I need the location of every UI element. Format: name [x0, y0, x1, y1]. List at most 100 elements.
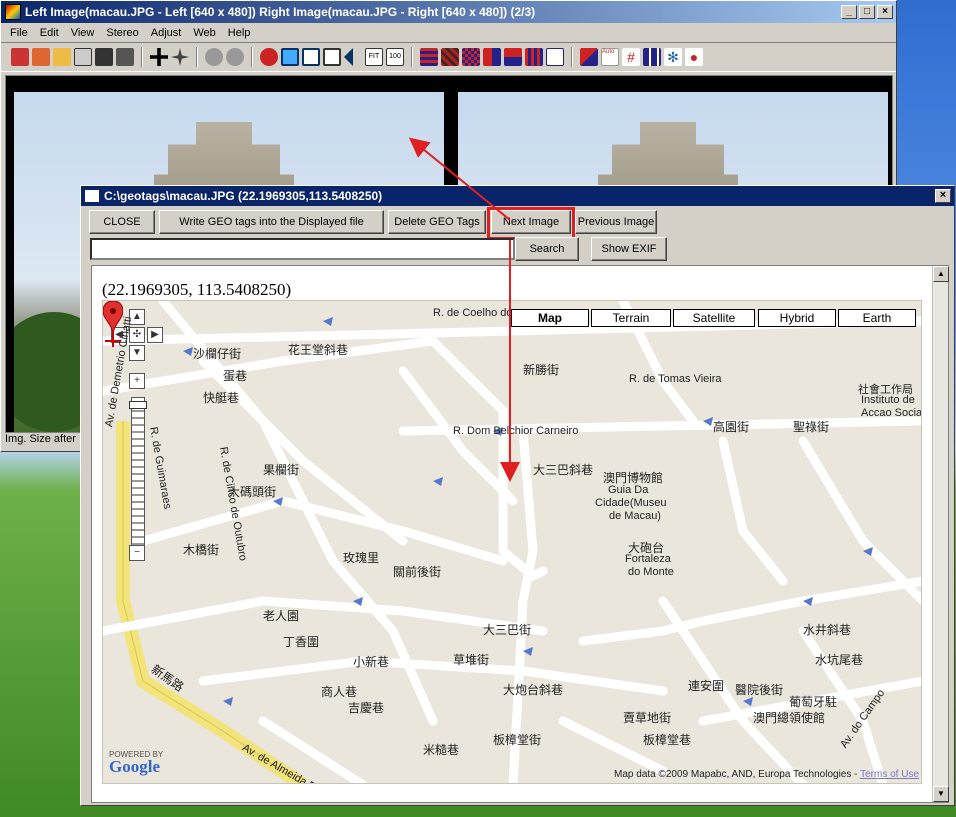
zoom-100-icon[interactable]: 100	[386, 48, 404, 66]
map-type-satellite[interactable]: Satellite	[673, 309, 755, 327]
dialog-titlebar[interactable]: C:\geotags\macau.JPG (22.1969305,113.540…	[81, 186, 954, 206]
terms-of-use-link[interactable]: Terms of Use	[860, 769, 919, 780]
menu-file[interactable]: File	[5, 27, 33, 39]
street-label: 花王堂斜巷	[288, 343, 349, 357]
street-label: Accao Social	[861, 407, 922, 419]
street-label: Fortaleza	[625, 553, 671, 565]
menu-view[interactable]: View	[66, 27, 100, 39]
map-type-map[interactable]: Map	[511, 309, 589, 327]
close-button[interactable]: CLOSE	[89, 210, 155, 234]
pan-right-icon[interactable]: ▶	[147, 327, 163, 343]
status-bar: Img. Size after	[5, 433, 76, 445]
column-interlace-icon[interactable]	[525, 48, 543, 66]
pan-down-icon[interactable]: ▼	[129, 345, 145, 361]
street-label: 高園街	[713, 420, 750, 434]
save-all-icon[interactable]	[116, 48, 134, 66]
search-button[interactable]: Search	[515, 237, 579, 261]
search-input[interactable]	[90, 238, 515, 260]
previous-image-button[interactable]: Previous Image	[575, 210, 657, 234]
fit-window-icon[interactable]	[281, 48, 299, 66]
street-label: 澳門總領使館	[753, 711, 826, 725]
street-label: Guia Da	[608, 484, 649, 496]
redo-icon[interactable]	[226, 48, 244, 66]
open-folder-icon[interactable]	[53, 48, 71, 66]
maximize-icon[interactable]: □	[859, 5, 875, 19]
street-label: 商人巷	[321, 685, 358, 699]
menu-stereo[interactable]: Stereo	[101, 27, 143, 39]
coordinates-display: (22.1969305, 113.5408250)	[102, 280, 292, 299]
move-icon[interactable]	[171, 48, 189, 66]
vertical-scrollbar[interactable]: ▲ ▼	[932, 266, 949, 802]
google-logo[interactable]: Google	[109, 757, 160, 777]
menu-help[interactable]: Help	[223, 27, 256, 39]
zoom-in-icon[interactable]: +	[129, 373, 145, 389]
save-icon[interactable]	[95, 48, 113, 66]
street-label: 新勝街	[523, 363, 560, 377]
zoom-slider-knob[interactable]	[129, 401, 147, 409]
left-arrows-icon[interactable]	[344, 48, 353, 66]
street-label: 水井斜巷	[803, 623, 852, 637]
main-window-title: Left Image(macau.JPG - Left [640 x 480])…	[25, 5, 536, 19]
location-marker-icon	[103, 301, 123, 347]
columns-icon[interactable]	[643, 48, 661, 66]
street-label: R. Dom Belchior Carneiro	[453, 425, 579, 437]
write-geo-tags-button[interactable]: Write GEO tags into the Displayed file	[159, 210, 384, 234]
swap-icon[interactable]	[260, 48, 278, 66]
street-label: 快艇巷	[203, 391, 240, 405]
map-type-hybrid[interactable]: Hybrid	[758, 309, 836, 327]
show-exif-button[interactable]: Show EXIF	[591, 237, 667, 261]
menu-web[interactable]: Web	[188, 27, 220, 39]
street-label: 蛋巷	[223, 369, 248, 383]
interlaced-icon[interactable]	[420, 48, 438, 66]
anaglyph-icon[interactable]	[580, 48, 598, 66]
street-label: 老人園	[263, 609, 300, 623]
dialog-title: C:\geotags\macau.JPG (22.1969305,113.540…	[104, 189, 383, 203]
menu-adjust[interactable]: Adjust	[146, 27, 187, 39]
street-label: R. de Coelho do	[433, 307, 513, 319]
snowflake-icon[interactable]: ✻	[664, 48, 682, 66]
open-right-icon[interactable]	[32, 48, 50, 66]
toolbar-separator	[411, 47, 413, 67]
grid-icon[interactable]: #	[622, 48, 640, 66]
minimize-icon[interactable]: _	[841, 5, 857, 19]
dialog-close-icon[interactable]: ×	[935, 189, 951, 203]
copy-icon[interactable]	[74, 48, 92, 66]
zoom-box-icon[interactable]	[323, 48, 341, 66]
street-label: 板樟堂巷	[643, 733, 692, 747]
undo-icon[interactable]	[205, 48, 223, 66]
side-by-side-icon[interactable]	[483, 48, 501, 66]
toolbar: FIT 100 Auto # ✻ ●	[1, 42, 896, 72]
mosaic-icon[interactable]	[462, 48, 480, 66]
crop-icon[interactable]	[150, 48, 168, 66]
geotag-dialog: C:\geotags\macau.JPG (22.1969305,113.540…	[80, 185, 955, 806]
street-label: 板樟堂街	[493, 733, 542, 747]
window-icon	[85, 190, 99, 202]
map-type-earth[interactable]: Earth	[838, 309, 916, 327]
map-type-terrain[interactable]: Terrain	[591, 309, 671, 327]
next-image-highlight	[487, 207, 575, 240]
attribution-text: Map data ©2009 Mapabc, AND, Europa Techn…	[614, 769, 858, 780]
checker-icon[interactable]	[441, 48, 459, 66]
zoom-out-icon[interactable]: −	[129, 545, 145, 561]
street-label: de Macau)	[609, 510, 661, 522]
fit-icon[interactable]: FIT	[365, 48, 383, 66]
glasses-icon[interactable]	[546, 48, 564, 66]
auto-align-icon[interactable]: Auto	[601, 48, 619, 66]
menu-edit[interactable]: Edit	[35, 27, 64, 39]
delete-geo-tags-button[interactable]: Delete GEO Tags	[388, 210, 486, 234]
open-left-icon[interactable]	[11, 48, 29, 66]
scroll-up-icon[interactable]: ▲	[933, 266, 949, 282]
street-label: 草堆街	[453, 653, 490, 667]
street-label: 沙欄仔街	[193, 347, 242, 361]
street-label: 葡萄牙駐	[789, 695, 838, 709]
scroll-down-icon[interactable]: ▼	[933, 786, 949, 802]
main-titlebar[interactable]: Left Image(macau.JPG - Left [640 x 480])…	[1, 1, 896, 23]
full-screen-icon[interactable]	[302, 48, 320, 66]
street-label: 吉慶巷	[348, 701, 385, 715]
street-label: 連安圍	[688, 679, 725, 693]
geotag-pin-icon[interactable]: ●	[685, 48, 703, 66]
close-icon[interactable]: ×	[877, 5, 893, 19]
over-under-icon[interactable]	[504, 48, 522, 66]
google-map[interactable]: Map Terrain Satellite Hybrid Earth ▲ ◀ ✣…	[102, 300, 922, 784]
zoom-slider-track[interactable]	[131, 397, 145, 547]
